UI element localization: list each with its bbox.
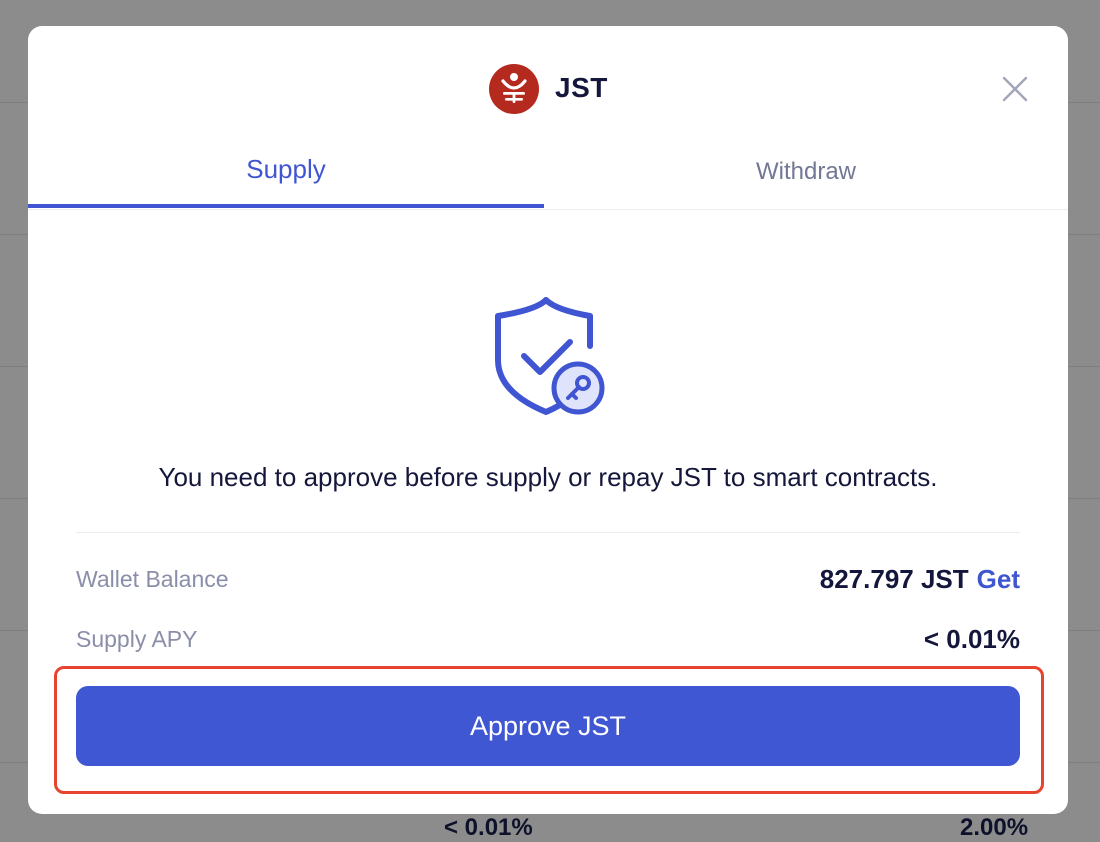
active-tab-indicator [28, 204, 544, 208]
close-icon[interactable] [1000, 74, 1030, 104]
supply-modal: JST Supply Withdraw You need to approve … [28, 26, 1068, 814]
tab-withdraw[interactable]: Withdraw [548, 152, 1064, 210]
supply-apy-value: < 0.01% [923, 624, 1020, 654]
approval-notice: You need to approve before supply or rep… [158, 462, 938, 492]
supply-apy-label: Supply APY [76, 626, 198, 652]
token-name: JST [555, 72, 608, 103]
tab-bar: Supply Withdraw [28, 152, 1068, 210]
modal-header: JST [28, 26, 1068, 152]
wallet-balance-label: Wallet Balance [76, 566, 229, 592]
wallet-balance-amount: 827.797 JST [819, 564, 969, 594]
shield-check-key-icon [490, 296, 610, 418]
get-token-link[interactable]: Get [977, 564, 1020, 594]
tab-supply[interactable]: Supply [28, 152, 544, 210]
divider [76, 532, 1020, 533]
jst-token-icon [489, 64, 539, 114]
wallet-balance-value: 827.797 JST Get [820, 564, 1020, 595]
approve-button[interactable]: Approve JST [76, 686, 1020, 766]
